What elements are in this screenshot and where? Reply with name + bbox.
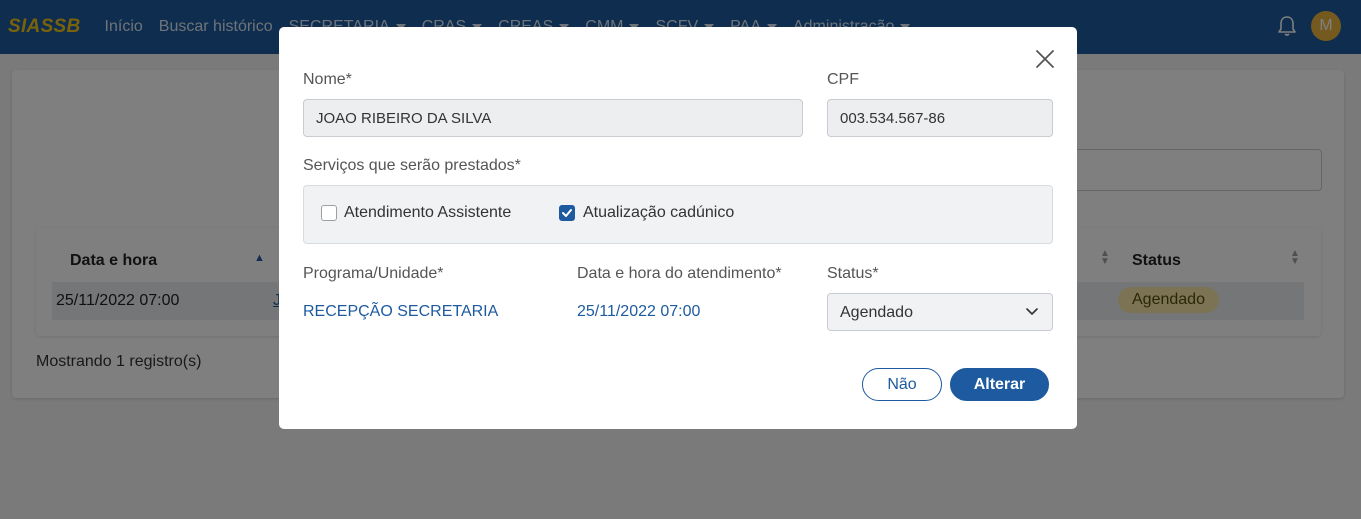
checkbox-atualizacao-cadunico[interactable] xyxy=(559,205,575,221)
checkbox-label[interactable]: Atendimento Assistente xyxy=(344,204,511,222)
status-select[interactable]: Agendado xyxy=(827,293,1053,331)
cpf-label: CPF xyxy=(827,71,859,88)
chevron-down-icon xyxy=(1026,308,1038,315)
programa-value: RECEPÇÃO SECRETARIA xyxy=(303,303,499,320)
cpf-field[interactable]: 003.534.567-86 xyxy=(827,99,1053,137)
status-select-value: Agendado xyxy=(840,304,913,321)
datahora-value: 25/11/2022 07:00 xyxy=(577,303,701,320)
services-label: Serviços que serão prestados* xyxy=(303,157,521,174)
status-label: Status* xyxy=(827,265,879,282)
alterar-button[interactable]: Alterar xyxy=(950,368,1049,401)
nome-field[interactable]: JOAO RIBEIRO DA SILVA xyxy=(303,99,803,137)
nome-label: Nome* xyxy=(303,71,352,88)
checkbox-label[interactable]: Atualização cadúnico xyxy=(583,204,734,222)
checkbox-atendimento-assistente[interactable] xyxy=(321,205,337,221)
check-icon xyxy=(562,209,572,217)
nao-button[interactable]: Não xyxy=(862,368,942,401)
services-group: Atendimento Assistente Atualização cadún… xyxy=(303,185,1053,244)
edit-appointment-modal: Nome* JOAO RIBEIRO DA SILVA CPF 003.534.… xyxy=(279,27,1077,429)
programa-label: Programa/Unidade* xyxy=(303,265,444,282)
datahora-label: Data e hora do atendimento* xyxy=(577,265,782,282)
close-icon[interactable] xyxy=(1033,47,1057,71)
